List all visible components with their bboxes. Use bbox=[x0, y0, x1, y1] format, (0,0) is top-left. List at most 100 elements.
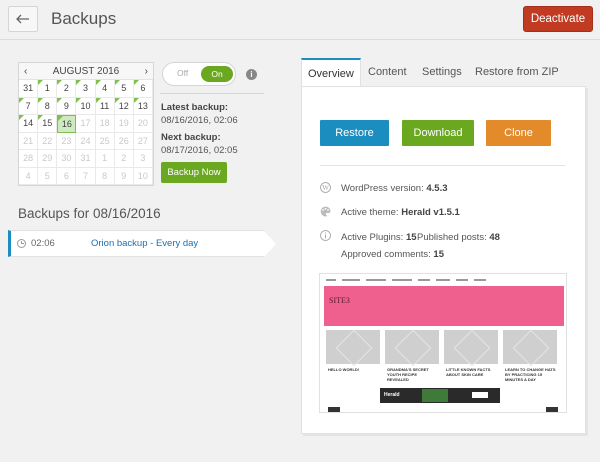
calendar-day: 2 bbox=[114, 150, 134, 168]
calendar-day: 5 bbox=[38, 167, 58, 185]
wordpress-icon: W bbox=[320, 182, 331, 193]
preview-ad-image bbox=[422, 389, 448, 402]
preview-card-title: LEARN TO CHANGE HATS BY PRACTICING 15 MI… bbox=[505, 367, 556, 382]
calendar-day: 7 bbox=[76, 167, 96, 185]
active-theme-label: Active theme: bbox=[341, 207, 399, 218]
arrow-left-icon bbox=[16, 14, 29, 24]
calendar-day: 3 bbox=[133, 150, 153, 168]
details-separator bbox=[320, 165, 565, 166]
calendar-prev-icon[interactable]: ‹ bbox=[24, 66, 27, 77]
calendar-day: 6 bbox=[57, 167, 77, 185]
calendar-day[interactable]: 12 bbox=[114, 97, 134, 115]
preview-card bbox=[385, 330, 439, 364]
published-posts-value: 48 bbox=[489, 232, 500, 243]
clock-icon bbox=[17, 239, 26, 248]
calendar-day: 18 bbox=[95, 115, 115, 133]
preview-card bbox=[444, 330, 498, 364]
calendar-day[interactable]: 3 bbox=[76, 80, 96, 98]
calendar-day: 28 bbox=[19, 150, 39, 168]
calendar-day[interactable]: 1 bbox=[38, 80, 58, 98]
calendar-day: 29 bbox=[38, 150, 58, 168]
next-backup-value: 08/17/2016, 02:05 bbox=[161, 145, 238, 156]
backup-list-item[interactable]: 02:06 Orion backup - Every day bbox=[8, 230, 276, 257]
active-plugins: Active Plugins: 15 bbox=[341, 232, 417, 243]
approved-comments-label: Approved comments: bbox=[341, 249, 431, 260]
calendar-day: 10 bbox=[133, 167, 153, 185]
calendar-day: 25 bbox=[95, 132, 115, 150]
latest-backup-label: Latest backup: bbox=[161, 102, 229, 113]
calendar-day[interactable]: 11 bbox=[95, 97, 115, 115]
backup-name[interactable]: Orion backup - Every day bbox=[91, 238, 198, 249]
preview-ad-banner: Herald bbox=[380, 388, 500, 403]
published-posts: Published posts: 48 bbox=[417, 232, 500, 243]
wordpress-version: WordPress version: 4.5.3 bbox=[341, 183, 448, 194]
calendar-day: 31 bbox=[76, 150, 96, 168]
preview-hero: SITE3 bbox=[324, 286, 564, 326]
tab-restore-from-zip[interactable]: Restore from ZIP bbox=[475, 58, 559, 86]
download-button[interactable]: Download bbox=[402, 120, 474, 146]
toggle-on-label: On bbox=[201, 66, 233, 82]
wordpress-version-label: WordPress version: bbox=[341, 183, 424, 194]
calendar-day: 17 bbox=[76, 115, 96, 133]
preview-nav-bar bbox=[326, 277, 562, 283]
calendar-day[interactable]: 2 bbox=[57, 80, 77, 98]
tab-content[interactable]: Content bbox=[368, 58, 407, 86]
info-icon[interactable]: i bbox=[246, 69, 257, 80]
calendar-day: 19 bbox=[114, 115, 134, 133]
calendar-day: 27 bbox=[133, 132, 153, 150]
preview-card-title: HELLO WORLD! bbox=[328, 367, 360, 372]
palette-icon bbox=[320, 206, 331, 217]
preview-card-title: LITTLE KNOWN FACTS ABOUT SKIN CARE bbox=[446, 367, 491, 377]
approved-comments: Approved comments: 15 bbox=[341, 249, 444, 260]
calendar-day: 24 bbox=[76, 132, 96, 150]
calendar-day: 9 bbox=[114, 167, 134, 185]
calendar-day: 20 bbox=[133, 115, 153, 133]
calendar-day: 4 bbox=[19, 167, 39, 185]
backup-now-button[interactable]: Backup Now bbox=[161, 162, 227, 183]
restore-button[interactable]: Restore bbox=[320, 120, 389, 146]
clone-button[interactable]: Clone bbox=[486, 120, 551, 146]
calendar-day: 23 bbox=[57, 132, 77, 150]
calendar-day: 22 bbox=[38, 132, 58, 150]
calendar-day[interactable]: 13 bbox=[133, 97, 153, 115]
preview-footer-mark bbox=[328, 407, 340, 412]
calendar-day[interactable]: 4 bbox=[95, 80, 115, 98]
calendar-day: 30 bbox=[57, 150, 77, 168]
calendar-day[interactable]: 10 bbox=[76, 97, 96, 115]
page-header: Backups Deactivate bbox=[0, 0, 600, 40]
calendar-month-label: AUGUST 2016 bbox=[52, 65, 120, 77]
calendar-grid: 31 1 2 3 4 5 6 7 8 9 10 11 12 13 14 15 16 17 18 19 20 21 22 23 2… bbox=[19, 80, 153, 185]
calendar-day: 26 bbox=[114, 132, 134, 150]
active-theme: Active theme: Herald v1.5.1 bbox=[341, 207, 460, 218]
approved-comments-value: 15 bbox=[433, 249, 444, 260]
backup-calendar: ‹ AUGUST 2016 › 31 1 2 3 4 5 6 7 8 9 10 11 12 13 14 15 1… bbox=[18, 62, 154, 186]
deactivate-button[interactable]: Deactivate bbox=[523, 6, 593, 32]
toggle-off-label: Off bbox=[177, 68, 189, 78]
calendar-next-icon[interactable]: › bbox=[145, 66, 148, 77]
calendar-day[interactable]: 5 bbox=[114, 80, 134, 98]
info-circle-icon bbox=[320, 230, 331, 241]
calendar-day[interactable]: 31 bbox=[19, 80, 39, 98]
calendar-day[interactable]: 6 bbox=[133, 80, 153, 98]
tab-overview[interactable]: Overview bbox=[301, 58, 361, 86]
schedule-toggle[interactable]: Off On bbox=[162, 62, 236, 86]
active-theme-value: Herald v1.5.1 bbox=[401, 207, 460, 218]
calendar-day[interactable]: 14 bbox=[19, 115, 39, 133]
wordpress-version-value: 4.5.3 bbox=[426, 183, 448, 194]
calendar-day[interactable]: 7 bbox=[19, 97, 39, 115]
backups-for-title: Backups for 08/16/2016 bbox=[18, 206, 161, 221]
calendar-day-selected[interactable]: 16 bbox=[57, 115, 77, 133]
tab-settings[interactable]: Settings bbox=[422, 58, 462, 86]
back-button[interactable] bbox=[8, 6, 38, 32]
calendar-day[interactable]: 8 bbox=[38, 97, 58, 115]
published-posts-label: Published posts: bbox=[417, 232, 487, 243]
preview-card-title: GRANDMA'S SECRET YOUTH RECIPE REVEALED bbox=[387, 367, 429, 382]
preview-ad-brand: Herald bbox=[384, 392, 400, 398]
active-plugins-label: Active Plugins: bbox=[341, 232, 404, 243]
calendar-day: 1 bbox=[95, 150, 115, 168]
latest-backup-value: 08/16/2016, 02:06 bbox=[161, 115, 238, 126]
calendar-day[interactable]: 9 bbox=[57, 97, 77, 115]
calendar-day[interactable]: 15 bbox=[38, 115, 58, 133]
preview-ad-button bbox=[472, 392, 488, 398]
calendar-day: 21 bbox=[19, 132, 39, 150]
